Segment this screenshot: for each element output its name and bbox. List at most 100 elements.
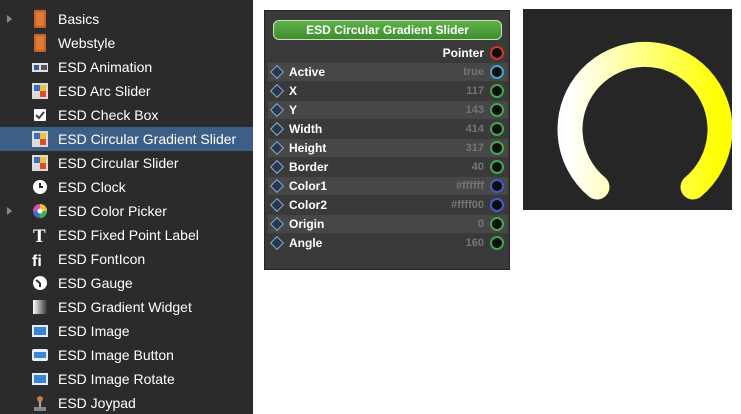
property-value[interactable]: 40 <box>472 159 484 175</box>
output-port[interactable] <box>490 217 504 231</box>
input-diamond-icon[interactable] <box>269 83 285 99</box>
property-value[interactable]: 414 <box>466 121 484 137</box>
tree-item-label: ESD FontIcon <box>58 251 146 267</box>
property-row-y[interactable]: Y 143 <box>268 101 508 119</box>
tree-item-label: ESD Clock <box>58 179 126 195</box>
circular-gradient-slider[interactable] <box>523 9 733 210</box>
tree-item-esd-gauge[interactable]: ESD Gauge <box>0 271 253 295</box>
fonticon-icon: fi <box>32 251 48 267</box>
property-row-width[interactable]: Width 414 <box>268 120 508 138</box>
output-port[interactable] <box>490 179 504 193</box>
input-diamond-icon[interactable] <box>269 64 285 80</box>
book-icon <box>32 34 48 52</box>
expand-arrow-icon[interactable] <box>7 15 12 23</box>
input-diamond-icon[interactable] <box>269 178 285 194</box>
image-icon <box>32 371 48 387</box>
node-title[interactable]: ESD Circular Gradient Slider <box>273 20 502 40</box>
property-node: ESD Circular Gradient Slider Pointer Act… <box>264 10 510 270</box>
property-row-origin[interactable]: Origin 0 <box>268 215 508 233</box>
property-row-height[interactable]: Height 317 <box>268 139 508 157</box>
tree-item-label: ESD Image <box>58 323 130 339</box>
output-port[interactable] <box>490 141 504 155</box>
tree-item-label: ESD Image Button <box>58 347 174 363</box>
pointer-label: Pointer <box>442 46 484 60</box>
tree-item-label: ESD Circular Slider <box>58 155 179 171</box>
tree-item-esd-clock[interactable]: ESD Clock <box>0 175 253 199</box>
property-name: Y <box>289 103 298 117</box>
expand-arrow-icon[interactable] <box>7 207 12 215</box>
property-value[interactable]: true <box>463 64 484 80</box>
tree-item-esd-image[interactable]: ESD Image <box>0 319 253 343</box>
output-port[interactable] <box>490 236 504 250</box>
tree-item-esd-fixed-point-label[interactable]: T ESD Fixed Point Label <box>0 223 253 247</box>
property-value[interactable]: 317 <box>466 140 484 156</box>
property-value[interactable]: #ffff00 <box>451 197 484 213</box>
svg-text:fi: fi <box>32 253 42 267</box>
tree-item-esd-image-rotate[interactable]: ESD Image Rotate <box>0 367 253 391</box>
tree-item-webstyle[interactable]: Webstyle <box>0 31 253 55</box>
checkbox-icon <box>32 107 48 123</box>
tree-item-label: ESD Gauge <box>58 275 133 291</box>
property-name: Angle <box>289 236 323 250</box>
tree-item-esd-circular-gradient-slider[interactable]: ESD Circular Gradient Slider <box>0 127 253 151</box>
tree-item-basics[interactable]: Basics <box>0 7 253 31</box>
tree-item-esd-circular-slider[interactable]: ESD Circular Slider <box>0 151 253 175</box>
output-port[interactable] <box>490 103 504 117</box>
slider-preview <box>523 9 733 210</box>
tree-item-esd-color-picker[interactable]: ESD Color Picker <box>0 199 253 223</box>
property-value[interactable]: #ffffff <box>456 178 484 194</box>
property-value[interactable]: 143 <box>466 102 484 118</box>
joystick-icon <box>32 395 48 411</box>
property-row-border[interactable]: Border 40 <box>268 158 508 176</box>
input-diamond-icon[interactable] <box>269 121 285 137</box>
book-icon <box>32 10 48 28</box>
animation-icon <box>32 59 48 75</box>
input-diamond-icon[interactable] <box>269 197 285 213</box>
property-name: Active <box>289 65 326 79</box>
slider-arc <box>557 41 733 200</box>
gauge-icon <box>32 275 48 291</box>
tree-item-esd-joypad[interactable]: ESD Joypad <box>0 391 253 414</box>
property-name: Width <box>289 122 323 136</box>
tree-item-esd-animation[interactable]: ESD Animation <box>0 55 253 79</box>
tree-item-label: ESD Image Rotate <box>58 371 175 387</box>
tree-item-esd-fonticon[interactable]: fi ESD FontIcon <box>0 247 253 271</box>
tree-item-esd-arc-slider[interactable]: ESD Arc Slider <box>0 79 253 103</box>
property-name: X <box>289 84 298 98</box>
tree-item-label: ESD Fixed Point Label <box>58 227 199 243</box>
property-value[interactable]: 117 <box>466 83 484 99</box>
property-row-x[interactable]: X 117 <box>268 82 508 100</box>
input-diamond-icon[interactable] <box>269 102 285 118</box>
output-port[interactable] <box>490 160 504 174</box>
property-row-color1[interactable]: Color1 #ffffff <box>268 177 508 195</box>
property-row-active[interactable]: Active true <box>268 63 508 81</box>
property-row-angle[interactable]: Angle 160 <box>268 234 508 252</box>
output-port[interactable] <box>490 65 504 79</box>
property-value[interactable]: 0 <box>478 216 484 232</box>
property-name: Origin <box>289 217 325 231</box>
output-port[interactable] <box>490 122 504 136</box>
property-row-color2[interactable]: Color2 #ffff00 <box>268 196 508 214</box>
tree-item-esd-image-button[interactable]: ESD Image Button <box>0 343 253 367</box>
pointer-row: Pointer <box>268 44 508 62</box>
input-diamond-icon[interactable] <box>269 235 285 251</box>
tree-item-esd-check-box[interactable]: ESD Check Box <box>0 103 253 127</box>
property-value[interactable]: 160 <box>466 235 484 251</box>
tree-item-label: ESD Circular Gradient Slider <box>58 131 237 147</box>
pointer-port[interactable] <box>490 46 504 60</box>
input-diamond-icon[interactable] <box>269 216 285 232</box>
property-name: Color2 <box>289 198 328 212</box>
output-port[interactable] <box>490 198 504 212</box>
property-name: Height <box>289 141 327 155</box>
image-icon <box>32 323 48 339</box>
output-port[interactable] <box>490 84 504 98</box>
widget-icon <box>32 83 48 99</box>
clock-icon <box>32 179 48 195</box>
tree-item-label: Webstyle <box>58 35 116 51</box>
tree-item-esd-gradient-widget[interactable]: ESD Gradient Widget <box>0 295 253 319</box>
tree-item-label: Basics <box>58 11 100 27</box>
tree-item-label: ESD Animation <box>58 59 153 75</box>
input-diamond-icon[interactable] <box>269 159 285 175</box>
input-diamond-icon[interactable] <box>269 140 285 156</box>
tree-item-label: ESD Check Box <box>58 107 159 123</box>
